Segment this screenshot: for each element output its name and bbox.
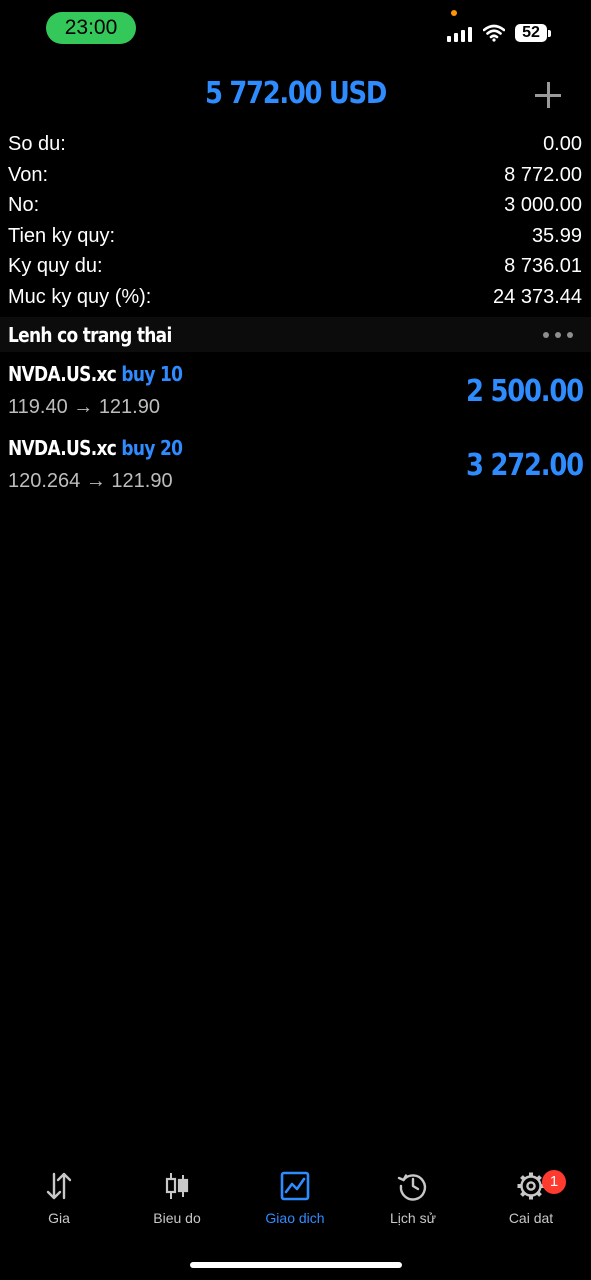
summary-label: Von: xyxy=(8,163,49,186)
summary-row-balance: So du: 0.00 xyxy=(8,129,582,160)
position-row[interactable]: NVDA.US.xc buy 20 120.264 → 121.90 3 272… xyxy=(8,436,584,502)
trade-chart-icon xyxy=(280,1171,310,1201)
position-title: NVDA.US.xc buy 20 xyxy=(8,436,183,460)
battery-tip xyxy=(548,30,551,37)
bottom-tab-bar: Gia Bieu do Giao dich Lịch sử Cai dat 1 xyxy=(0,1170,591,1240)
add-order-button[interactable] xyxy=(533,80,563,110)
tab-quotes[interactable]: Gia xyxy=(0,1170,118,1240)
arrows-up-down-icon xyxy=(46,1172,72,1200)
position-title: NVDA.US.xc buy 10 xyxy=(8,362,183,386)
summary-row-margin-level: Muc ky quy (%): 24 373.44 xyxy=(8,282,582,313)
summary-value: 8 736.01 xyxy=(504,255,582,278)
position-symbol: NVDA.US.xc xyxy=(8,362,117,386)
summary-label: So du: xyxy=(8,133,66,155)
summary-label: Muc ky quy (%): xyxy=(8,285,152,308)
summary-row-equity: Von: 8 772.00 xyxy=(8,160,582,191)
account-equity-title: 5 772.00 USD xyxy=(205,76,387,111)
summary-label: No: xyxy=(8,194,40,217)
arrow-right-icon: → xyxy=(85,470,106,492)
current-price: 121.90 xyxy=(98,396,160,418)
tab-history[interactable]: Lịch sử xyxy=(354,1170,472,1240)
summary-label: Ky quy du: xyxy=(8,255,103,278)
positions-section-header: Lenh co trang thai xyxy=(0,317,591,352)
summary-row-margin: Tien ky quy: 35.99 xyxy=(8,221,582,252)
notification-badge: 1 xyxy=(542,1170,566,1194)
summary-value: 24 373.44 xyxy=(493,285,582,308)
summary-value: 0.00 xyxy=(543,133,582,155)
position-prices: 120.264 → 121.90 xyxy=(8,470,173,493)
wifi-icon xyxy=(483,24,505,42)
open-price: 119.40 xyxy=(8,396,68,418)
tab-label: Bieu do xyxy=(153,1210,201,1226)
tab-settings[interactable]: Cai dat 1 xyxy=(472,1170,590,1240)
position-profit: 2 500.00 xyxy=(466,374,584,409)
position-side: buy 20 xyxy=(121,436,183,460)
candlestick-icon xyxy=(165,1173,189,1199)
open-price: 120.264 xyxy=(8,470,81,492)
status-bar: 23:00 52 xyxy=(0,0,591,60)
section-title: Lenh co trang thai xyxy=(8,323,172,347)
position-row[interactable]: NVDA.US.xc buy 10 119.40 → 121.90 2 500.… xyxy=(8,362,584,428)
summary-label: Tien ky quy: xyxy=(8,224,116,247)
history-clock-icon xyxy=(397,1174,427,1201)
privacy-indicator-dot xyxy=(451,10,457,16)
tab-label: Giao dich xyxy=(265,1210,325,1226)
status-time: 23:00 xyxy=(46,12,136,44)
home-indicator[interactable] xyxy=(190,1262,402,1268)
tab-label: Gia xyxy=(48,1210,70,1226)
summary-row-free-margin: Ky quy du: 8 736.01 xyxy=(8,251,582,282)
summary-row-credit: No: 3 000.00 xyxy=(8,190,582,221)
current-price: 121.90 xyxy=(111,470,173,492)
cellular-signal-icon xyxy=(447,26,473,42)
position-profit: 3 272.00 xyxy=(466,448,584,483)
position-prices: 119.40 → 121.90 xyxy=(8,396,160,419)
summary-value: 35.99 xyxy=(531,224,582,247)
battery-icon: 52 xyxy=(515,24,547,42)
tab-label: Cai dat xyxy=(508,1210,554,1226)
tab-charts[interactable]: Bieu do xyxy=(118,1170,236,1240)
position-side: buy 10 xyxy=(121,362,183,386)
summary-value: 8 772.00 xyxy=(504,163,582,186)
position-symbol: NVDA.US.xc xyxy=(8,436,117,460)
more-options-icon[interactable] xyxy=(543,332,575,338)
summary-value: 3 000.00 xyxy=(504,194,582,217)
tab-trade[interactable]: Giao dich xyxy=(236,1170,354,1240)
tab-label: Lịch sử xyxy=(390,1210,436,1226)
arrow-right-icon: → xyxy=(73,396,94,418)
account-summary: So du: 0.00 Von: 8 772.00 No: 3 000.00 T… xyxy=(8,129,582,313)
